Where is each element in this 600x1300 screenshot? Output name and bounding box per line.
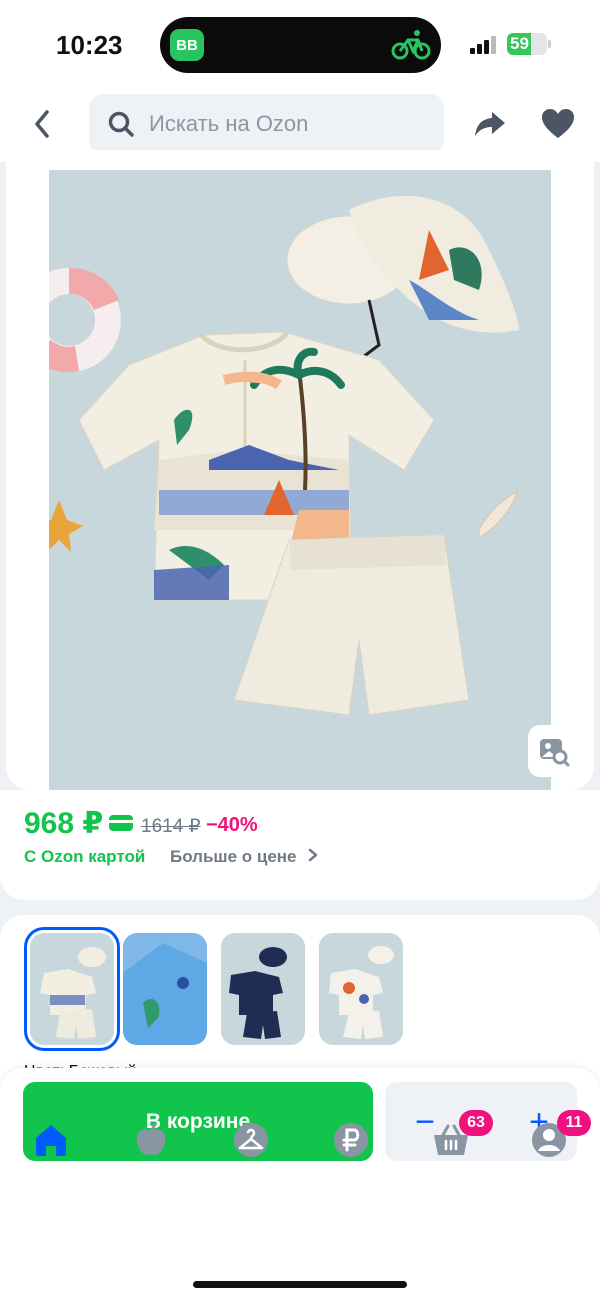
share-button[interactable]	[472, 106, 508, 142]
more-price-link[interactable]: Больше о цене	[170, 847, 319, 867]
heart-icon	[542, 109, 574, 138]
back-button[interactable]	[26, 104, 58, 144]
battery-icon: 59	[507, 33, 547, 55]
old-price: 1614 ₽	[141, 816, 201, 837]
more-price-label: Больше о цене	[170, 847, 297, 866]
variant-image	[319, 933, 403, 1045]
image-search-icon	[540, 739, 570, 767]
status-time: 10:23	[56, 30, 123, 60]
product-gallery	[6, 150, 594, 790]
home-icon	[36, 1125, 66, 1156]
chevron-right-icon	[309, 848, 318, 862]
battery-tip	[548, 40, 551, 48]
cart-badge: 63	[459, 1110, 493, 1136]
hanger-icon	[234, 1123, 268, 1157]
product-photo[interactable]	[49, 170, 551, 790]
discount-badge: −40%	[206, 814, 258, 836]
profile-badge: 11	[557, 1110, 591, 1136]
signal-icon	[470, 36, 498, 54]
in-cart-button[interactable]: В корзине	[23, 1082, 373, 1161]
dynamic-island: BB	[160, 17, 441, 73]
variant-white-floral[interactable]	[319, 933, 403, 1045]
home-indicator	[193, 1281, 407, 1288]
bicycle-icon	[391, 27, 431, 63]
variant-blue-dino[interactable]	[123, 933, 207, 1045]
share-icon	[475, 112, 505, 136]
price-block: 968 ₽ 1614 ₽ −40% С Ozon картой Больше о…	[0, 790, 600, 900]
variant-image	[221, 933, 305, 1045]
ozon-card-icon	[109, 815, 133, 831]
ozon-card-label: С Ozon картой	[24, 847, 146, 866]
nav-fashion[interactable]	[231, 1120, 271, 1160]
image-search-button[interactable]	[528, 725, 580, 777]
search-input[interactable]: Искать на Ozon	[89, 94, 444, 154]
nav-finance[interactable]	[331, 1120, 371, 1160]
app-badge: BB	[170, 29, 204, 61]
nav-fresh[interactable]	[131, 1120, 171, 1160]
chevron-left-icon	[35, 110, 49, 138]
variant-image	[30, 933, 114, 1045]
search-placeholder: Искать на Ozon	[149, 111, 309, 136]
variant-navy-shark[interactable]	[221, 933, 305, 1045]
favorite-button[interactable]	[540, 106, 576, 142]
variant-image	[123, 933, 207, 1045]
nav-profile[interactable]: 11	[529, 1110, 591, 1160]
apple-icon	[136, 1122, 166, 1155]
search-icon	[108, 111, 134, 137]
nav-cart[interactable]: 63	[431, 1110, 493, 1160]
price: 968 ₽	[24, 807, 104, 840]
bottom-action-bar: В корзине − 1 +	[0, 1068, 600, 1300]
status-bar: 10:23 BB 59	[0, 0, 600, 90]
variant-beige-palm[interactable]	[24, 927, 120, 1051]
swimsuit-illustration	[49, 170, 551, 790]
battery-level: 59	[510, 34, 529, 53]
nav-home[interactable]	[31, 1120, 71, 1160]
ruble-icon	[334, 1123, 368, 1157]
